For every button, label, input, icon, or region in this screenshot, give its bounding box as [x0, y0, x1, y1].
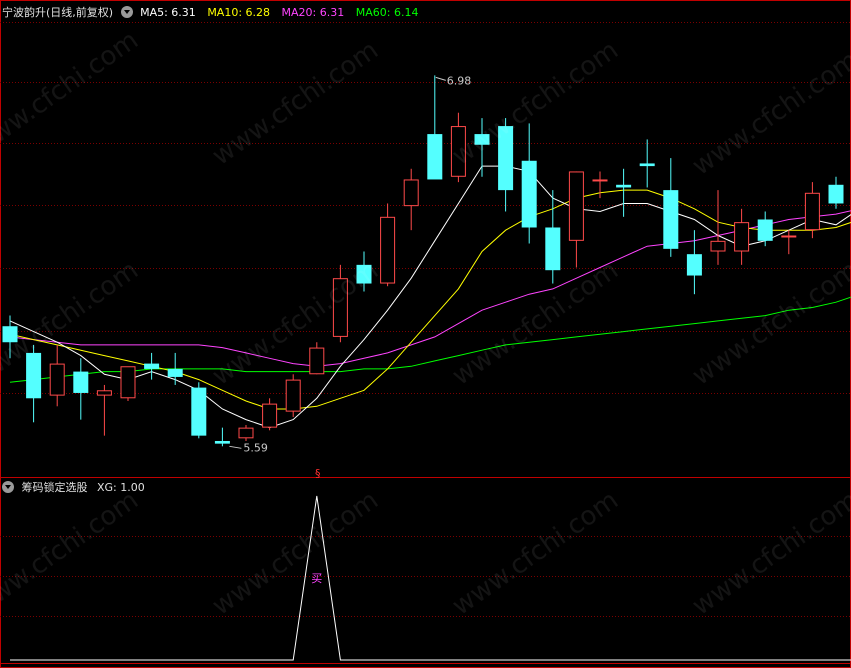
candle [380, 203, 396, 287]
candle [403, 168, 419, 231]
signal-marker: § [315, 467, 321, 480]
candle-body [262, 403, 278, 428]
candle [73, 358, 89, 420]
candle [285, 374, 301, 417]
watermark-text: www.cfchi.com [0, 25, 144, 161]
candle-body [757, 219, 773, 241]
candle [167, 352, 183, 385]
candle-body [710, 240, 726, 252]
candle-body [191, 387, 207, 436]
high-pointer [435, 76, 446, 81]
xg-readout: XG: 1.00 [97, 481, 145, 494]
candle [191, 382, 207, 439]
candle-body [167, 368, 183, 377]
candle [710, 190, 726, 265]
candle-body [804, 192, 820, 231]
candle [828, 176, 844, 209]
watermark-text: www.cfchi.com [687, 45, 851, 181]
low-price-label: 5.59 [243, 441, 268, 454]
candle-body [781, 235, 797, 238]
sub-panel-header: 筹码锁定选股 XG: 1.00 [2, 481, 145, 495]
stock-chart[interactable]: 6.98 5.59 § 买 www.cfchi.com www.cfchi.com… [0, 0, 851, 668]
candle-body [144, 363, 160, 369]
candle [639, 139, 655, 188]
candle-body [568, 171, 584, 241]
candle-body [380, 216, 396, 284]
candle [120, 366, 136, 401]
candle [427, 75, 443, 180]
candle-body [73, 371, 89, 393]
candle-body [663, 190, 679, 249]
candle [804, 182, 820, 239]
watermark-text: www.cfchi.com [687, 485, 851, 621]
watermark-text: www.cfchi.com [687, 255, 851, 391]
settings-dropdown-icon[interactable] [120, 6, 133, 18]
stock-title: 宁波韵升(日线,前复权) [2, 6, 114, 19]
candle-body [521, 160, 537, 228]
candle [757, 211, 773, 247]
sub-panel-dropdown-icon[interactable] [2, 481, 14, 493]
watermark-text: www.cfchi.com [207, 485, 384, 621]
ma5-line [9, 165, 851, 429]
candle-body [96, 390, 112, 396]
candle-body [403, 179, 419, 207]
candle [663, 158, 679, 257]
candle-body [639, 163, 655, 167]
main-panel-header: 宁波韵升(日线,前复权) MA5: 6.31 MA10: 6.28 MA20: … [2, 6, 418, 20]
buy-signal-label: 买 [311, 572, 322, 585]
ma60-readout: MA60: 6.14 [355, 6, 419, 19]
candle-body [616, 184, 632, 188]
candle-body [545, 227, 561, 271]
candle [781, 230, 797, 255]
ma20-readout: MA20: 6.31 [281, 6, 345, 19]
candle [238, 424, 254, 441]
candle-body [592, 179, 608, 182]
candle-body [214, 440, 230, 444]
candle [734, 208, 750, 265]
watermark-text: www.cfchi.com [207, 35, 384, 171]
watermark-text: www.cfchi.com [447, 35, 624, 171]
candle [545, 190, 561, 284]
candle-body [49, 363, 65, 396]
candle-body [120, 366, 136, 399]
candle-body [828, 184, 844, 204]
candle-body [734, 222, 750, 252]
candle [262, 398, 278, 431]
chart-frame [0, 0, 851, 668]
candle-body [427, 134, 443, 180]
ma10-readout: MA10: 6.28 [207, 6, 271, 19]
candle-body [309, 347, 325, 375]
candle [521, 123, 537, 244]
candle [214, 427, 230, 447]
candle-body [238, 427, 254, 439]
watermark-text: www.cfchi.com [447, 485, 624, 621]
candle [309, 342, 325, 375]
candle [49, 344, 65, 407]
candle [568, 171, 584, 268]
candle [144, 352, 160, 380]
high-price-label: 6.98 [447, 74, 472, 87]
watermark-text: www.cfchi.com [0, 485, 144, 621]
low-pointer [229, 445, 242, 449]
candle [616, 168, 632, 217]
indicator-name: 筹码锁定选股 [21, 481, 88, 494]
candle-body [285, 379, 301, 412]
ma5-readout: MA5: 6.31 [140, 6, 196, 19]
candle [96, 384, 112, 436]
watermark-text: www.cfchi.com [447, 255, 624, 391]
candle-body [686, 254, 702, 276]
